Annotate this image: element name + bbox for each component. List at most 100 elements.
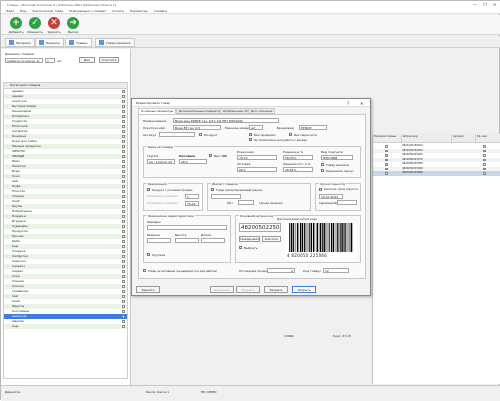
tab-sales[interactable]: Продажи	[5, 38, 35, 47]
tree-item-checkbox[interactable]	[122, 190, 125, 193]
tree-item-checkbox[interactable]	[122, 310, 125, 313]
size-input[interactable]	[147, 225, 227, 230]
no-recount-checkbox[interactable]	[289, 133, 292, 136]
row-checkbox[interactable]: ✓	[385, 163, 388, 166]
tree-item-checkbox[interactable]	[122, 280, 125, 283]
minimize-button[interactable]: —	[473, 2, 477, 7]
disabled-scale-checkbox[interactable]	[249, 138, 252, 141]
menu-help[interactable]: Справка	[154, 9, 167, 13]
clear-barcode-button[interactable]: Очистить	[262, 236, 281, 242]
tree-item[interactable]: Сыр	[4, 324, 127, 329]
depth-input[interactable]	[201, 238, 225, 243]
tree-item-checkbox[interactable]	[122, 240, 125, 243]
tree-item-checkbox[interactable]	[122, 110, 125, 113]
find-button[interactable]: Дни	[79, 57, 95, 63]
tree-item-checkbox[interactable]	[122, 120, 125, 123]
row-checkbox[interactable]	[385, 172, 388, 175]
row-checkbox-2[interactable]	[483, 163, 486, 166]
col-header-article[interactable]: Артикул	[452, 134, 476, 143]
tree-item-checkbox[interactable]	[122, 105, 125, 108]
table-row[interactable]: 4820050225066	[373, 171, 500, 176]
markup2-input[interactable]: 38,85%	[283, 167, 313, 172]
col-header-status[interactable]: Наличие отмены	[373, 134, 402, 143]
tax-select[interactable]: НДС/ПДВ	[321, 155, 353, 160]
minus-checkbox[interactable]: ✓	[321, 169, 324, 172]
product-checkbox[interactable]	[199, 133, 202, 136]
tree-item-checkbox[interactable]	[122, 165, 125, 168]
tree-item-checkbox[interactable]	[122, 170, 125, 173]
tree-item-checkbox[interactable]	[122, 265, 125, 268]
imports-input[interactable]	[211, 194, 241, 199]
wholesale-input[interactable]: 66,2	[237, 167, 277, 172]
generate-button[interactable]: Генерировать	[239, 236, 260, 242]
tree-item-checkbox[interactable]	[122, 285, 125, 288]
tree-item-checkbox[interactable]	[122, 320, 125, 323]
tree-item-checkbox[interactable]	[122, 260, 125, 263]
maximize-button[interactable]: ❐	[483, 2, 487, 7]
tree-item-checkbox[interactable]	[122, 160, 125, 163]
dialog-close-icon[interactable]: ✕	[360, 101, 363, 106]
print-barcode-checkbox[interactable]	[239, 246, 242, 249]
no-vat-checkbox[interactable]	[209, 154, 212, 157]
tree-item-checkbox[interactable]	[122, 185, 125, 188]
tree-item-checkbox[interactable]	[122, 195, 125, 198]
brand-input[interactable]: EPIKCE	[299, 125, 327, 130]
tree-item-checkbox[interactable]	[122, 230, 125, 233]
menu-actual-goods[interactable]: Фактический товар	[32, 9, 63, 13]
clear-filter-button[interactable]: Очистить	[99, 57, 119, 63]
tree-item-checkbox[interactable]	[122, 245, 125, 248]
tree-item-checkbox[interactable]	[122, 130, 125, 133]
tree-item-checkbox[interactable]	[122, 155, 125, 158]
help-icon[interactable]: ?	[347, 101, 349, 106]
article-input[interactable]	[159, 132, 195, 137]
close-button[interactable]: ✕	[493, 2, 496, 7]
apply-button[interactable]: Закрыть	[236, 286, 260, 293]
tree-item-checkbox[interactable]	[122, 100, 125, 103]
exit-button[interactable]: ➜ Выход	[64, 17, 82, 35]
name-input[interactable]: Вода мин ЕРИСЕ газ. 0,5л 1/6 ПЕТ RIESLIN…	[173, 118, 279, 123]
menu-goods-info[interactable]: Информация о товарах	[69, 9, 106, 13]
plu-input[interactable]	[238, 200, 254, 205]
tree-item-checkbox[interactable]	[122, 140, 125, 143]
col-header-unit[interactable]: Ед. изм.	[476, 134, 500, 143]
barcode-input[interactable]: 4820050225066	[239, 223, 281, 232]
tab-receiving[interactable]: Товароприемка	[95, 38, 135, 47]
menu-reports[interactable]: Отчеты	[112, 9, 124, 13]
edit-button[interactable]: ✓ Изменить	[26, 17, 44, 35]
weight-checkbox[interactable]	[321, 163, 324, 166]
from-qty-input[interactable]: 76,10	[185, 201, 199, 206]
menu-view[interactable]: Вид	[20, 9, 26, 13]
tree-item-checkbox[interactable]	[122, 150, 125, 153]
row-checkbox[interactable]: ✓	[385, 150, 388, 153]
expiry-checkbox[interactable]	[319, 188, 322, 191]
row-checkbox-2[interactable]	[483, 159, 486, 162]
row-checkbox[interactable]: ✓	[385, 145, 388, 148]
row-checkbox-2[interactable]	[483, 145, 486, 148]
save-button[interactable]: Сохранить	[210, 286, 234, 293]
tree-item-checkbox[interactable]	[122, 115, 125, 118]
tree-item-checkbox[interactable]	[122, 125, 125, 128]
row-checkbox-2[interactable]	[483, 172, 486, 175]
row-checkbox[interactable]: ✓	[385, 154, 388, 157]
tree-item-checkbox[interactable]	[122, 135, 125, 138]
imports-checkbox[interactable]	[211, 188, 214, 191]
spin-input[interactable]: 1	[45, 58, 55, 63]
tree-item-checkbox[interactable]	[122, 95, 125, 98]
row-checkbox-2[interactable]	[483, 168, 486, 171]
inactive-checkbox[interactable]	[143, 269, 146, 272]
retail-input[interactable]: 76,10	[237, 155, 277, 160]
width-input[interactable]	[147, 238, 171, 243]
tree-item-checkbox[interactable]	[122, 225, 125, 228]
ok-button[interactable]: Закрыть	[292, 286, 316, 293]
tree-item-checkbox[interactable]	[122, 220, 125, 223]
group-select[interactable]: 10 : Группа 10	[147, 159, 175, 164]
extra-barcodes-link[interactable]: Дополнительные штрих-коды	[277, 218, 317, 221]
delete-product-button[interactable]: Удалить	[136, 286, 160, 293]
tab-clients[interactable]: Клиенты	[35, 38, 64, 47]
tree-item-checkbox[interactable]	[122, 275, 125, 278]
row-checkbox[interactable]: ✓	[385, 159, 388, 162]
category-tree[interactable]: Категории товаров адидасадидасалкогольБы…	[3, 82, 128, 379]
tree-item-checkbox[interactable]	[122, 180, 125, 183]
serial-input[interactable]	[337, 200, 357, 205]
tree-item-checkbox[interactable]	[122, 295, 125, 298]
